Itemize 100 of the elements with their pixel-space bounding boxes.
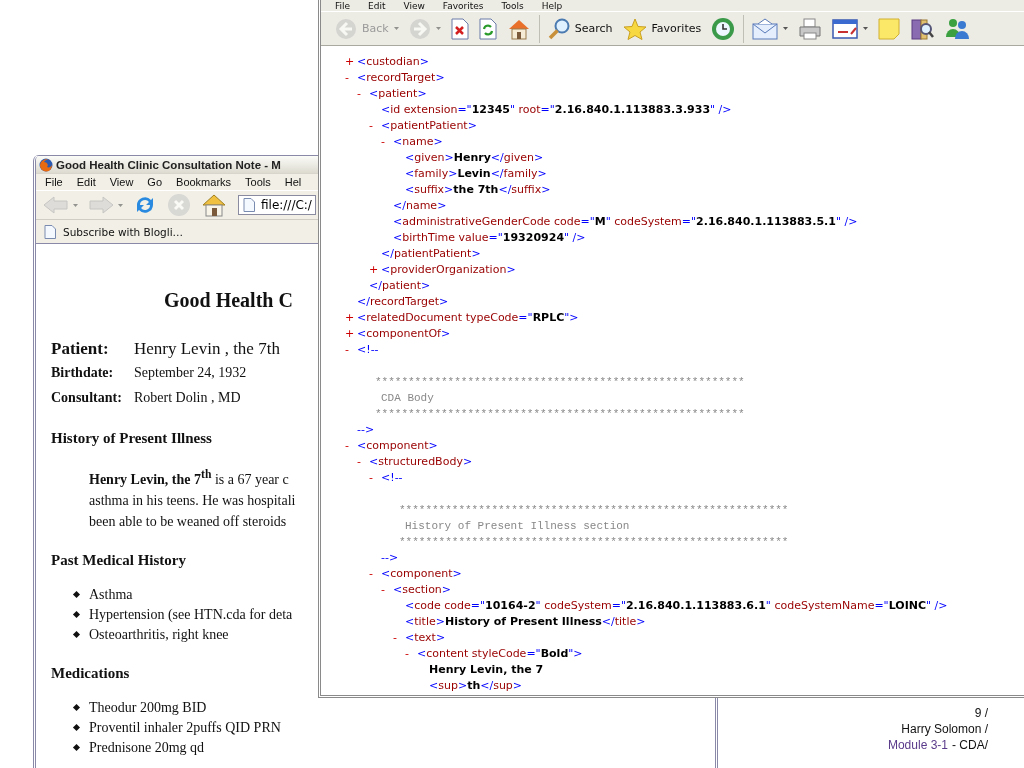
paragraph-line: asthma in his teens. He was hospitali <box>89 491 296 510</box>
window-pen-icon <box>832 17 859 40</box>
collapse-toggle[interactable]: - <box>345 342 357 358</box>
xml-line: <recordTarget> <box>357 70 445 86</box>
expand-toggle[interactable]: + <box>345 54 357 70</box>
collapse-toggle[interactable]: - <box>381 134 393 150</box>
xml-line: <structuredBody> <box>369 454 473 470</box>
list-item: Prednisone 20mg qd <box>89 738 205 757</box>
page-number: 9 / <box>973 705 988 721</box>
field-label: Birthdate: <box>51 364 115 382</box>
expand-toggle[interactable]: + <box>369 262 381 278</box>
menu-item[interactable]: File <box>335 0 351 11</box>
xml-line: <text> <box>405 630 446 646</box>
comment-line: ******************************************************** <box>375 407 746 422</box>
xml-line: --> <box>357 422 375 438</box>
field-value: September 24, 1932 <box>134 364 248 382</box>
field-label: Patient: <box>51 338 110 360</box>
section-heading: Past Medical History <box>51 550 186 570</box>
collapse-toggle[interactable]: - <box>369 118 381 134</box>
menu-item[interactable]: Tools <box>501 0 524 11</box>
xml-line: <!-- <box>357 342 379 358</box>
xml-line: <title>History of Present Illness</title> <box>405 614 646 630</box>
document-x-icon <box>450 17 469 40</box>
collapse-toggle[interactable]: - <box>357 86 369 102</box>
menu-item[interactable]: View <box>403 0 425 11</box>
xml-line: <code code="10164-2" codeSystem="2.16.840.1.113883.6.1" codeSystemName="LOINC" /> <box>405 598 948 614</box>
favorites-button[interactable]: Favorites <box>620 14 704 43</box>
search-button[interactable]: Search <box>545 14 615 43</box>
xml-line: Henry Levin, the 7 <box>429 662 544 678</box>
xml-line: <componentOf> <box>357 326 451 342</box>
xml-line: <family>Levin</family> <box>405 166 547 182</box>
right-arrow-icon <box>88 195 114 215</box>
paragraph-line: Henry Levin, the 7$^{th}$ is a 67 year c <box>89 467 289 489</box>
book-magnifier-icon <box>910 16 935 41</box>
caret-icon <box>435 27 441 30</box>
collapse-toggle[interactable]: - <box>345 438 357 454</box>
xml-line: <patientPatient> <box>381 118 477 134</box>
xml-line: <custodian> <box>357 54 429 70</box>
document-title: Good Health C <box>164 288 293 312</box>
xml-line: <!-- <box>381 470 403 486</box>
xml-line: <component> <box>381 566 462 582</box>
comment-line: *********************************************************** <box>399 503 790 518</box>
collapse-toggle[interactable]: - <box>369 566 381 582</box>
menu-item[interactable]: Edit <box>76 176 96 188</box>
bookmark-item[interactable]: Subscribe with Blogli… <box>44 224 184 239</box>
xml-line: </patientPatient> <box>381 246 481 262</box>
clock-icon <box>711 16 736 41</box>
menu-item[interactable]: Edit <box>368 0 386 11</box>
xml-line: --> <box>381 550 399 566</box>
module-link[interactable]: Module 3-1 <box>887 737 948 753</box>
xml-line: <given>Henry</given> <box>405 150 544 166</box>
caret-icon <box>863 27 869 30</box>
expand-toggle[interactable]: + <box>345 326 357 342</box>
author-name: Harry Solomon / <box>900 721 988 737</box>
expand-toggle[interactable]: + <box>345 310 357 326</box>
collapse-toggle[interactable]: - <box>381 582 393 598</box>
address-field[interactable]: file:///C:/ <box>238 195 316 215</box>
xml-line: </recordTarget> <box>357 294 449 310</box>
xml-line: <administrativeGenderCode code="M" codeSystem="2.16.840.1.113883.5.1" /> <box>393 214 858 230</box>
xml-line: <name> <box>393 134 443 150</box>
page-icon <box>243 198 255 212</box>
bullet-icon <box>72 704 81 712</box>
menu-item[interactable]: Go <box>147 176 163 188</box>
refresh-icon <box>478 17 497 40</box>
collapse-toggle[interactable]: - <box>393 630 405 646</box>
comment-line: History of Present Illness section <box>404 519 631 534</box>
comment-line: ******************************************************** <box>375 375 746 390</box>
list-item: Asthma <box>89 585 133 604</box>
section-heading: History of Present Illness <box>51 429 212 448</box>
comment-line: CDA Body <box>380 391 435 406</box>
menu-item[interactable]: Favorites <box>442 0 484 11</box>
search-icon <box>547 17 570 40</box>
section-heading: Medications <box>51 663 130 683</box>
xml-line: </patient> <box>369 278 431 294</box>
window-title: Good Health Clinic Consultation Note - M <box>56 158 281 171</box>
xml-line: <providerOrganization> <box>381 262 516 278</box>
menu-item[interactable]: Tools <box>245 176 271 188</box>
menu-item[interactable]: Hel <box>284 176 302 188</box>
collapse-toggle[interactable]: - <box>357 454 369 470</box>
caret-icon <box>393 27 399 30</box>
field-value: Robert Dolin , MD <box>134 389 242 407</box>
xml-line: <suffix>the 7th</suffix> <box>405 182 551 198</box>
xml-line: </name> <box>393 198 447 214</box>
page-icon <box>44 224 56 239</box>
collapse-toggle[interactable]: - <box>405 646 417 662</box>
menu-item[interactable]: View <box>109 176 134 188</box>
envelope-icon <box>752 17 779 40</box>
collapse-toggle[interactable]: - <box>369 470 381 486</box>
menu-item[interactable]: Bookmarks <box>176 176 232 188</box>
paragraph-line: been able to be weaned off steroids <box>89 512 287 531</box>
caret-icon <box>73 203 78 207</box>
caret-icon <box>118 203 123 207</box>
bullet-icon <box>72 611 81 619</box>
menu-item[interactable]: File <box>45 176 63 188</box>
menu-item[interactable]: Help <box>541 0 563 11</box>
left-arrow-icon <box>43 195 69 215</box>
xml-line: <id extension="12345" root="2.16.840.1.113883.3.933" /> <box>381 102 732 118</box>
comment-line: *********************************************************** <box>399 535 790 550</box>
app-icon <box>39 157 53 172</box>
collapse-toggle[interactable]: - <box>345 70 357 86</box>
